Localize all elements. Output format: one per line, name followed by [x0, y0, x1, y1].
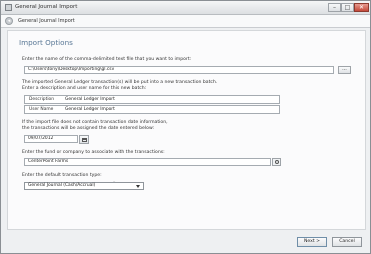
window-title: General Journal Import	[15, 4, 78, 10]
title-bar: General Journal Import – □ ✕	[1, 1, 370, 15]
import-window: General Journal Import – □ ✕ ◂ General J…	[0, 0, 371, 254]
fund-prompt: Enter the fund or company to associate w…	[22, 150, 165, 155]
description-label: Description	[29, 97, 55, 102]
app-icon	[5, 4, 12, 11]
back-icon[interactable]: ◂	[5, 17, 13, 25]
date-info-line2: the transactions will be assigned the da…	[22, 126, 155, 131]
calendar-button[interactable]	[79, 135, 89, 144]
batch-info-line2: Enter a description and user name for th…	[22, 86, 147, 91]
next-button[interactable]: Next >	[297, 237, 327, 247]
browse-button[interactable]: ...	[338, 66, 351, 74]
transaction-type-value: General Journal (Cash/Accrual)	[28, 183, 96, 188]
username-row[interactable]: User Name General Ledger Import	[24, 105, 280, 114]
cancel-button[interactable]: Cancel	[332, 237, 362, 247]
fund-input[interactable]: CenterPoint Farms	[24, 158, 271, 166]
chevron-down-icon	[136, 185, 140, 188]
transaction-type-select[interactable]: General Journal (Cash/Accrual)	[24, 182, 144, 190]
calendar-icon	[82, 138, 87, 142]
search-icon	[275, 160, 279, 164]
fund-lookup-button[interactable]	[272, 158, 281, 166]
import-options-panel: Import Options Enter the name of the com…	[7, 30, 366, 230]
wizard-header: ◂ General Journal Import	[1, 15, 370, 28]
transaction-type-prompt: Enter the default transaction type:	[22, 173, 102, 178]
batch-fields: Description General Ledger Import User N…	[24, 95, 280, 114]
description-row[interactable]: Description General Ledger Import	[24, 95, 280, 104]
maximize-button[interactable]: □	[341, 3, 354, 12]
username-label: User Name	[29, 107, 54, 112]
description-input[interactable]: General Ledger Import	[65, 97, 115, 102]
date-info-line1: If the import file does not contain tran…	[22, 120, 168, 125]
file-prompt: Enter the name of the comma-delimited te…	[22, 57, 192, 62]
date-input[interactable]: 09/07/2012	[24, 135, 78, 143]
wizard-title: General Journal Import	[18, 18, 75, 24]
close-button[interactable]: ✕	[354, 3, 369, 12]
batch-info-line1: The imported General Ledger transaction(…	[22, 80, 218, 85]
minimize-button[interactable]: –	[328, 3, 341, 12]
section-title: Import Options	[19, 38, 73, 47]
file-path-input[interactable]: C:\Users\tony\Desktop\Importing\gl.csv	[24, 66, 334, 74]
username-input[interactable]: General Ledger Import	[65, 107, 115, 112]
